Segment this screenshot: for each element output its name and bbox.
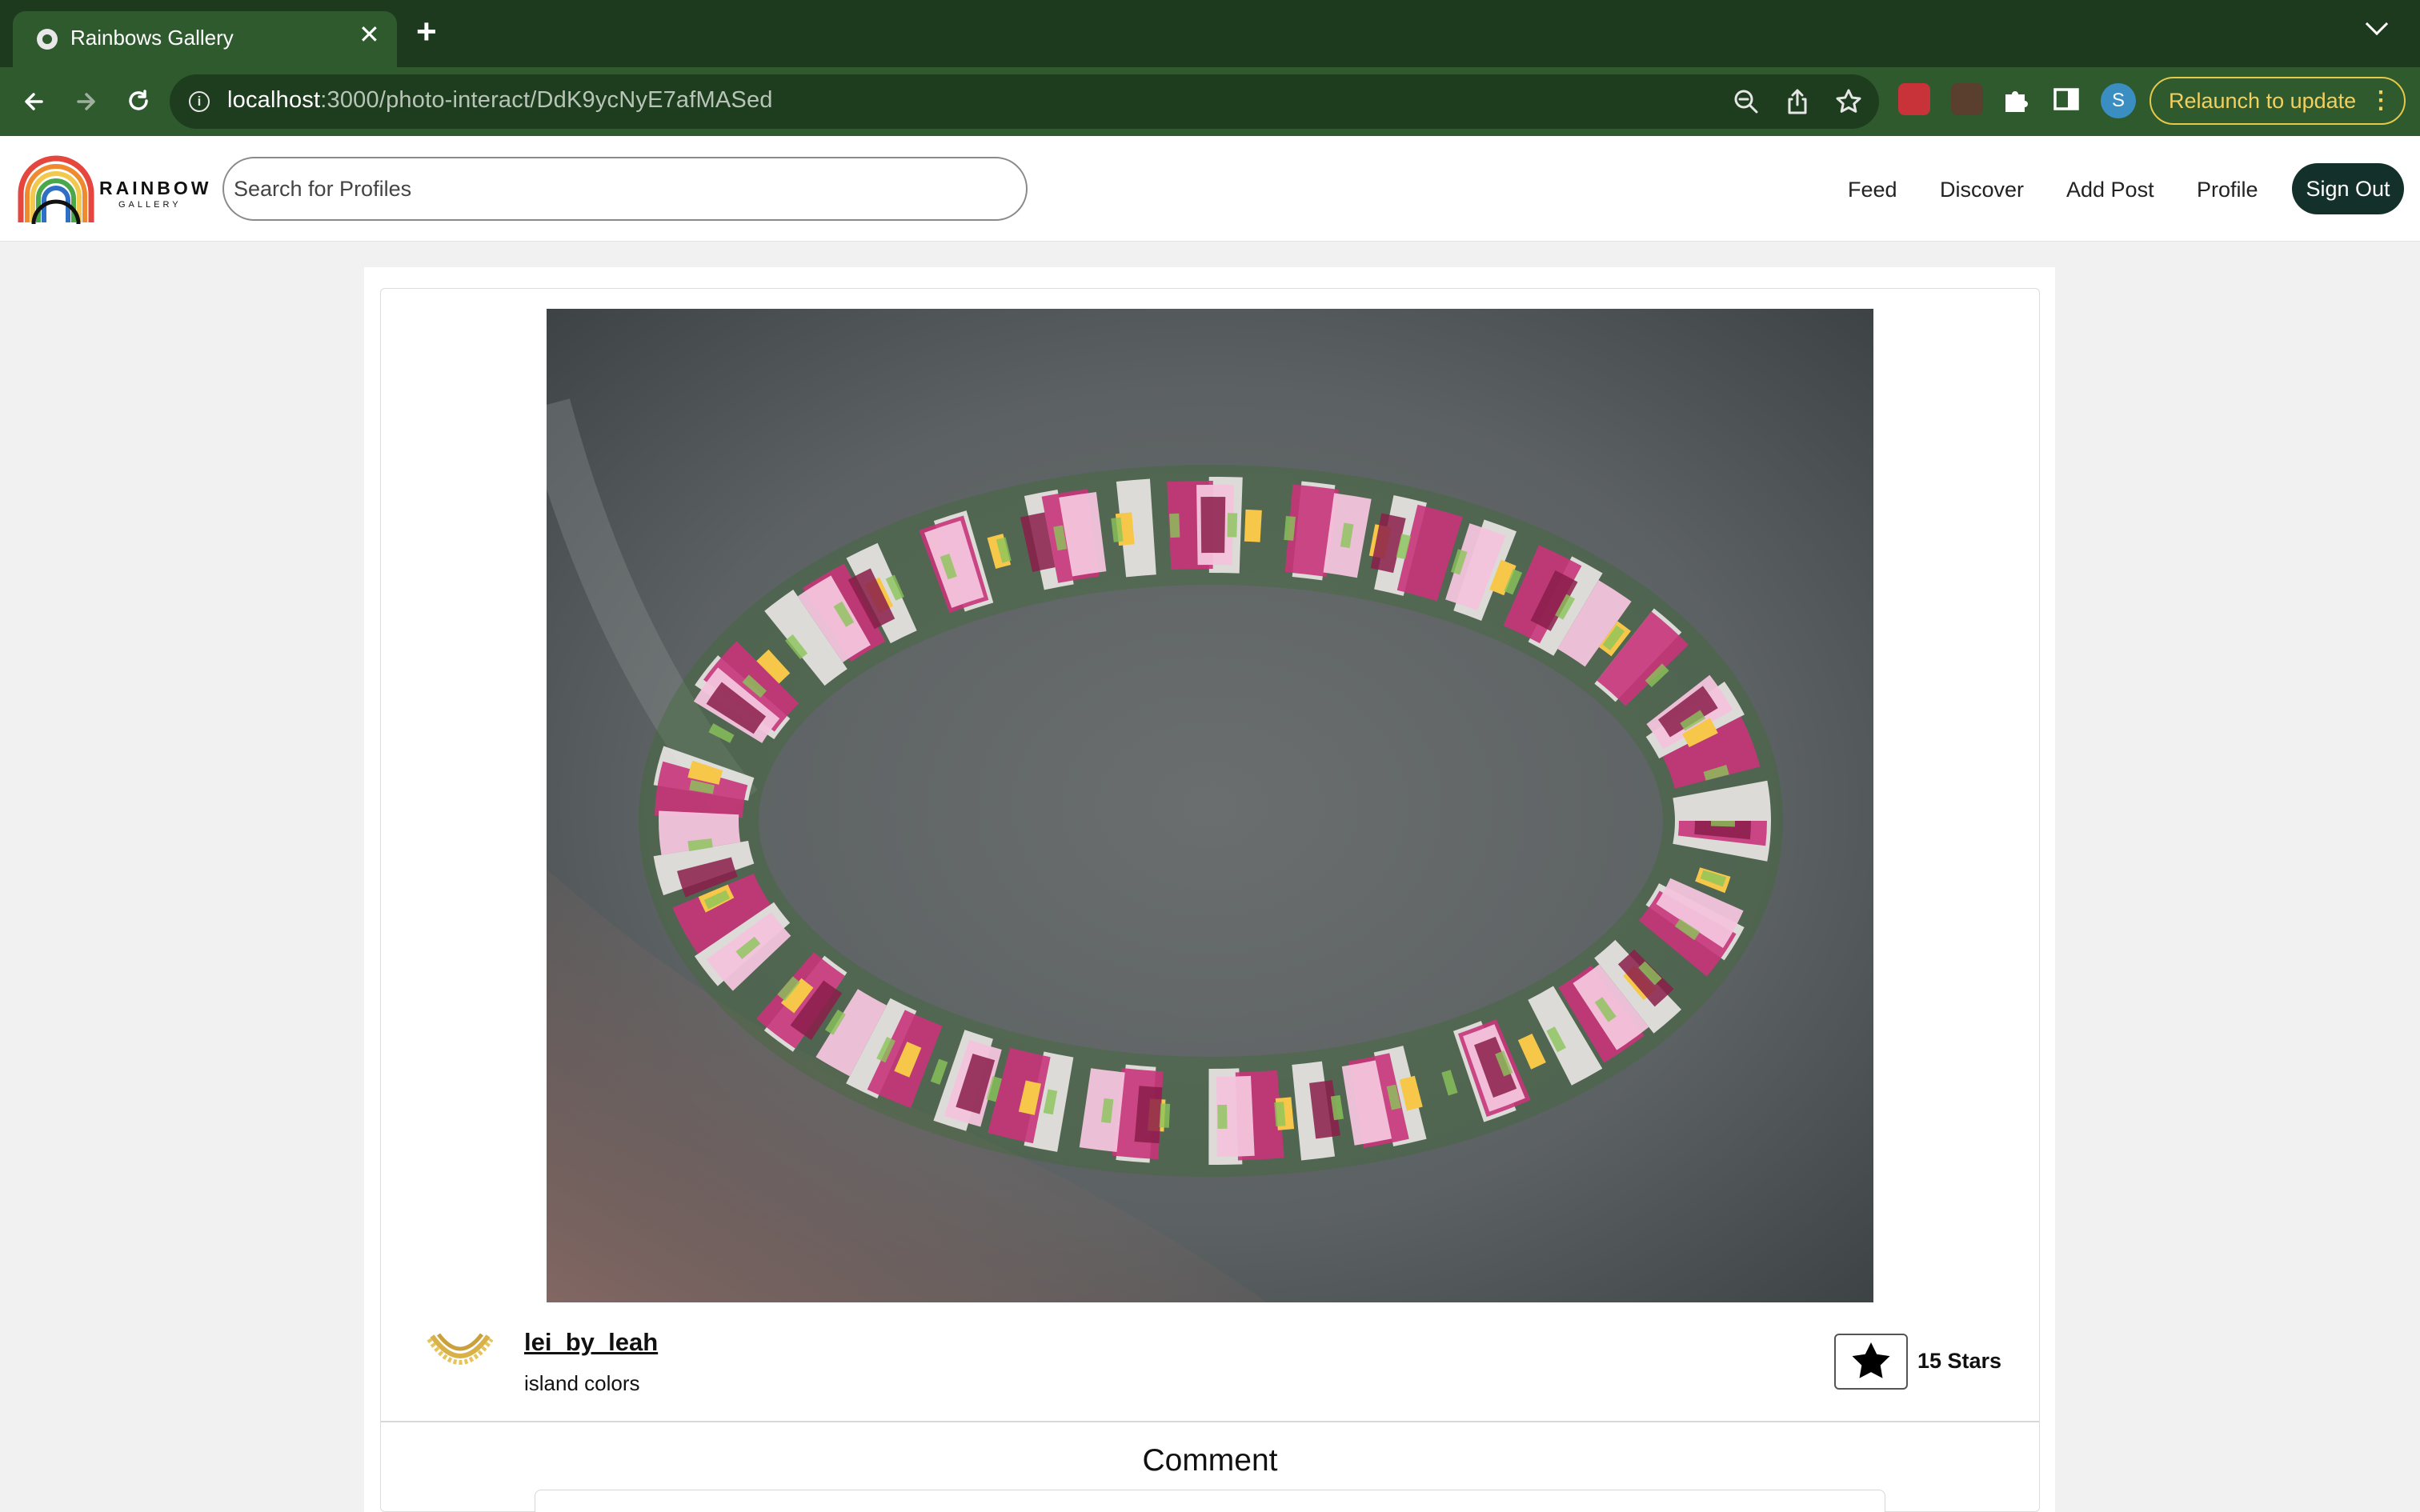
author-username-link[interactable]: lei_by_leah [524, 1328, 658, 1357]
tab-search-chevron-down-icon[interactable] [2365, 12, 2389, 36]
extensions-puzzle-icon[interactable] [1999, 83, 2031, 115]
url-text[interactable]: localhost:3000/photo-interact/DdK9ycNyE7… [227, 87, 773, 114]
side-panel-icon[interactable] [2050, 83, 2082, 115]
menu-dots-icon[interactable]: ⋮ [2369, 78, 2393, 123]
star-icon [1852, 1342, 1890, 1378]
site-info-icon[interactable]: i [189, 91, 210, 112]
sign-out-button[interactable]: Sign Out [2292, 163, 2404, 214]
relaunch-button[interactable]: Relaunch to update ⋮ [2150, 77, 2406, 125]
comment-heading: Comment [1142, 1443, 1278, 1478]
lei-flower-photo-image [547, 309, 1873, 1302]
post-photo[interactable] [547, 309, 1873, 1302]
browser-toolbar: i localhost:3000/photo-interact/DdK9ycNy… [0, 67, 2420, 136]
new-tab-button[interactable]: + [416, 14, 437, 49]
nav-profile-link[interactable]: Profile [2197, 178, 2258, 202]
nav-discover-link[interactable]: Discover [1940, 178, 2024, 202]
forward-arrow-icon[interactable] [69, 85, 102, 118]
star-button[interactable] [1834, 1334, 1908, 1390]
url-host: localhost [227, 87, 321, 113]
relaunch-label: Relaunch to update [2169, 89, 2357, 113]
post-caption: island colors [524, 1371, 640, 1395]
tab-title: Rainbows Gallery [70, 26, 234, 50]
browser-tab[interactable]: Rainbows Gallery ✕ [13, 11, 397, 67]
logo-subtext: GALLERY [118, 200, 182, 210]
browser-tab-strip: Rainbows Gallery ✕ + [0, 0, 2420, 67]
extension-brown-icon[interactable] [1951, 83, 1983, 115]
profile-avatar[interactable]: S [2101, 83, 2136, 118]
author-avatar[interactable] [424, 1328, 496, 1392]
rainbow-gallery-logo[interactable]: RAINBOW GALLERY [16, 154, 208, 227]
bookmark-star-icon[interactable] [1833, 86, 1865, 118]
url-path: :3000/photo-interact/DdK9ycNyE7afMASed [320, 87, 773, 113]
extension-red-icon[interactable] [1898, 83, 1930, 115]
star-count: 15 Stars [1917, 1349, 2002, 1373]
share-icon[interactable] [1781, 86, 1813, 118]
nav-feed-link[interactable]: Feed [1848, 178, 1897, 202]
tab-close-icon[interactable]: ✕ [359, 22, 380, 47]
nav-add-post-link[interactable]: Add Post [2066, 178, 2154, 202]
profile-search-input[interactable] [222, 157, 1028, 221]
logo-text: RAINBOW [99, 178, 212, 198]
zoom-out-icon[interactable] [1730, 86, 1762, 118]
address-bar[interactable]: i localhost:3000/photo-interact/DdK9ycNy… [170, 74, 1879, 129]
reload-icon[interactable] [122, 85, 155, 118]
divider [381, 1421, 2039, 1422]
rainbow-logo-icon [18, 155, 94, 225]
tab-favicon-icon [37, 29, 58, 50]
comment-input[interactable] [535, 1490, 1885, 1512]
lei-avatar-image [427, 1333, 494, 1365]
back-arrow-icon[interactable] [18, 85, 51, 118]
app-header: RAINBOW GALLERY Feed Discover Add Post P… [0, 136, 2420, 242]
